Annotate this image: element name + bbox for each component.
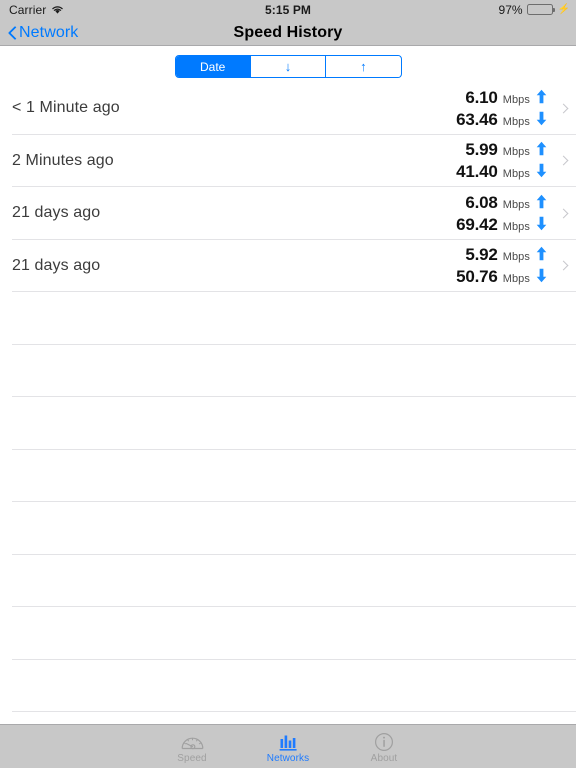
arrow-up-icon (535, 141, 548, 156)
sort-segmented-control[interactable]: Date ↓ ↑ (174, 55, 402, 78)
upload-speed-unit: Mbps (502, 251, 530, 264)
chevron-right-icon (558, 240, 569, 293)
status-bar-right: 97% ⚡ (499, 3, 570, 17)
speedometer-icon (180, 729, 205, 752)
table-row[interactable]: < 1 Minute ago 6.10 Mbps 63.46 Mbps (0, 82, 576, 135)
chevron-right-icon (558, 187, 569, 240)
chevron-right-icon (558, 135, 569, 188)
charging-bolt-icon: ⚡ (557, 3, 570, 15)
info-circle-icon (373, 729, 395, 752)
row-speed-values: 5.99 Mbps 41.40 Mbps (446, 135, 548, 188)
row-speed-values: 6.08 Mbps 69.42 Mbps (446, 187, 548, 240)
download-speed-value: 63.46 (456, 109, 498, 129)
empty-table-row (0, 344, 576, 397)
download-speed-line: 50.76 Mbps (446, 267, 548, 286)
upload-speed-unit: Mbps (502, 198, 530, 211)
arrow-up-icon: ↑ (360, 59, 367, 74)
download-speed-value: 41.40 (456, 162, 498, 182)
tab-speed-label: Speed (177, 753, 207, 764)
download-speed-value: 50.76 (456, 267, 498, 287)
table-row[interactable]: 2 Minutes ago 5.99 Mbps 41.40 Mbps (0, 134, 576, 188)
tab-speed[interactable]: Speed (144, 725, 240, 768)
arrow-down-icon: ↓ (284, 59, 292, 74)
download-speed-line: 69.42 Mbps (446, 215, 548, 234)
tab-networks[interactable]: Networks (240, 725, 336, 768)
segment-date[interactable]: Date (175, 56, 251, 77)
empty-table-row (0, 502, 576, 555)
segment-sort-upload[interactable]: ↑ (326, 56, 401, 77)
status-bar-clock: 5:15 PM (264, 2, 312, 17)
empty-table-row (0, 607, 576, 660)
segment-date-label: Date (199, 59, 226, 74)
chevron-right-icon (558, 82, 569, 135)
download-speed-unit: Mbps (502, 168, 530, 181)
battery-icon (526, 4, 555, 15)
empty-table-row (0, 554, 576, 607)
arrow-up-icon (535, 194, 548, 209)
row-speed-values: 6.10 Mbps 63.46 Mbps (446, 82, 548, 135)
arrow-down-icon (535, 216, 548, 231)
row-timestamp-label: 21 days ago (12, 204, 101, 222)
upload-speed-unit: Mbps (502, 93, 530, 106)
download-speed-unit: Mbps (502, 273, 530, 286)
upload-speed-value: 6.08 (465, 192, 498, 212)
empty-table-row (0, 397, 576, 450)
row-timestamp-label: 21 days ago (12, 256, 101, 274)
upload-speed-line: 5.99 Mbps (446, 140, 548, 159)
download-speed-line: 63.46 Mbps (446, 110, 548, 129)
tab-about-label: About (370, 753, 398, 764)
arrow-down-icon (535, 163, 548, 178)
arrow-up-icon (535, 246, 548, 261)
download-speed-line: 41.40 Mbps (446, 162, 548, 181)
status-bar: Carrier 5:15 PM 97% ⚡ (0, 0, 576, 19)
segment-sort-download[interactable]: ↓ (250, 56, 327, 77)
row-timestamp-label: < 1 Minute ago (12, 99, 120, 117)
navigation-bar: Network Speed History (0, 19, 576, 46)
row-timestamp-label: 2 Minutes ago (12, 151, 114, 169)
battery-percent-label: 97% (498, 2, 523, 17)
upload-speed-value: 6.10 (465, 87, 498, 107)
download-speed-value: 69.42 (456, 214, 498, 234)
upload-speed-value: 5.99 (465, 140, 498, 160)
download-speed-unit: Mbps (502, 220, 530, 233)
table-row[interactable]: 21 days ago 6.08 Mbps 69.42 Mbps (0, 187, 576, 240)
row-speed-values: 5.92 Mbps 50.76 Mbps (446, 240, 548, 293)
tab-bar: Speed Networks About (0, 724, 576, 768)
table-row[interactable]: 21 days ago 5.92 Mbps 50.76 Mbps (0, 239, 576, 293)
speed-history-table: < 1 Minute ago 6.10 Mbps 63.46 Mbps 2 Minutes… (0, 82, 576, 765)
empty-table-row (0, 659, 576, 712)
empty-table-row (0, 449, 576, 502)
download-speed-unit: Mbps (502, 115, 530, 128)
arrow-up-icon (535, 89, 548, 104)
page-title: Speed History (233, 24, 343, 41)
arrow-down-icon (535, 111, 548, 126)
app-screen: Carrier 5:15 PM 97% ⚡ Network Speed Hist… (0, 0, 576, 768)
upload-speed-line: 6.08 Mbps (446, 193, 548, 212)
sort-control-container: Date ↓ ↑ (0, 55, 576, 78)
bar-chart-icon (276, 729, 301, 752)
tab-about[interactable]: About (336, 725, 432, 768)
tab-networks-label: Networks (266, 753, 310, 764)
upload-speed-line: 6.10 Mbps (446, 88, 548, 107)
upload-speed-line: 5.92 Mbps (446, 245, 548, 264)
empty-table-row (0, 292, 576, 345)
upload-speed-value: 5.92 (465, 245, 498, 265)
upload-speed-unit: Mbps (502, 146, 530, 159)
arrow-down-icon (535, 268, 548, 283)
